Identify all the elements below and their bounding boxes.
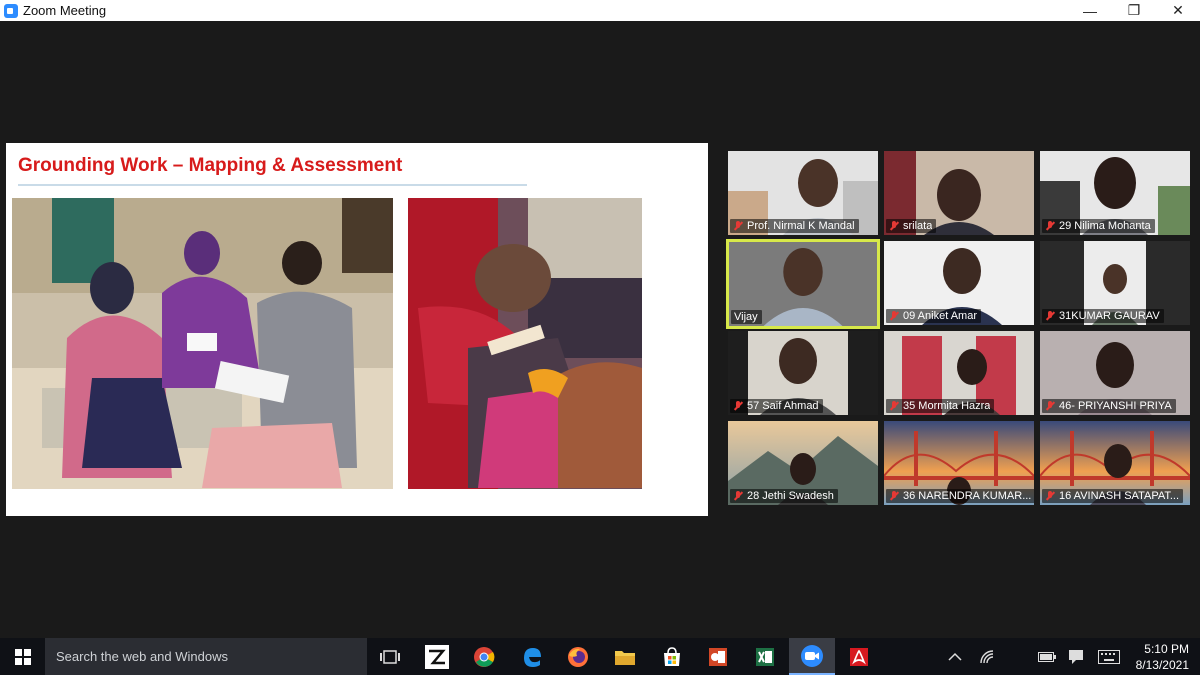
- clock-date: 8/13/2021: [1135, 658, 1189, 672]
- participant-nameplate: Vijay: [731, 310, 762, 324]
- participant-tile[interactable]: 46- PRIYANSHI PRIYA: [1040, 331, 1190, 415]
- action-center-icon[interactable]: [1068, 638, 1084, 675]
- close-button[interactable]: ✕: [1156, 0, 1200, 21]
- meeting-stage: Grounding Work – Mapping & Assessment Pr…: [0, 21, 1200, 638]
- participant-nameplate: 28 Jethi Swadesh: [730, 489, 838, 503]
- participant-tile[interactable]: 28 Jethi Swadesh: [728, 421, 878, 505]
- excel-icon[interactable]: [753, 645, 777, 669]
- participant-nameplate: 09 Aniket Amar: [886, 309, 981, 323]
- minimize-button[interactable]: —: [1068, 0, 1112, 21]
- windows-taskbar: Search the web and Windows 5:10 PM 8/13/…: [0, 638, 1200, 675]
- battery-icon[interactable]: [1038, 638, 1056, 675]
- taskbar-search-box[interactable]: Search the web and Windows: [45, 638, 367, 675]
- participant-name: 46- PRIYANSHI PRIYA: [1059, 400, 1172, 412]
- participant-nameplate: 46- PRIYANSHI PRIYA: [1042, 399, 1176, 413]
- participant-tile[interactable]: srilata: [884, 151, 1034, 235]
- participant-name: 36 NARENDRA KUMAR...: [903, 490, 1032, 502]
- participant-nameplate: 36 NARENDRA KUMAR...: [886, 489, 1034, 503]
- participant-tile[interactable]: 29 Nilima Mohanta: [1040, 151, 1190, 235]
- participant-nameplate: srilata: [886, 219, 937, 233]
- participant-nameplate: 31KUMAR GAURAV: [1042, 309, 1164, 323]
- participant-name: srilata: [903, 220, 933, 232]
- window-title: Zoom Meeting: [23, 3, 107, 18]
- slide-photo-field-survey: [12, 198, 393, 489]
- participant-tile[interactable]: 57 Saif Ahmad: [728, 331, 878, 415]
- participant-name: 35 Mormita Hazra: [903, 400, 991, 412]
- participant-nameplate: 29 Nilima Mohanta: [1042, 219, 1155, 233]
- search-placeholder: Search the web and Windows: [56, 649, 228, 664]
- start-button[interactable]: [0, 638, 45, 675]
- slide-title: Grounding Work – Mapping & Assessment: [18, 155, 403, 176]
- muted-mic-icon: [889, 310, 899, 322]
- slide-photo-child-measurement: [408, 198, 642, 489]
- participant-name: 16 AVINASH SATAPAT...: [1059, 490, 1180, 502]
- muted-mic-icon: [1045, 400, 1055, 412]
- participant-tile[interactable]: 16 AVINASH SATAPAT...: [1040, 421, 1190, 505]
- wifi-icon[interactable]: [980, 638, 996, 675]
- muted-mic-icon: [889, 400, 899, 412]
- participant-name: Prof. Nirmal K Mandal: [747, 220, 855, 232]
- participant-nameplate: Prof. Nirmal K Mandal: [730, 219, 859, 233]
- muted-mic-icon: [733, 220, 743, 232]
- maximize-button[interactable]: ❐: [1112, 0, 1156, 21]
- participant-nameplate: 57 Saif Ahmad: [730, 399, 823, 413]
- zoom-taskbar-icon[interactable]: [789, 638, 835, 675]
- participant-tile[interactable]: 09 Aniket Amar: [884, 241, 1034, 325]
- window-controls: — ❐ ✕: [1068, 0, 1200, 21]
- muted-mic-icon: [733, 490, 743, 502]
- title-bar: Zoom Meeting — ❐ ✕: [0, 0, 1200, 21]
- participant-nameplate: 35 Mormita Hazra: [886, 399, 995, 413]
- firefox-icon[interactable]: [566, 645, 590, 669]
- participant-name: 28 Jethi Swadesh: [747, 490, 834, 502]
- muted-mic-icon: [889, 490, 899, 502]
- participant-nameplate: 16 AVINASH SATAPAT...: [1042, 489, 1184, 503]
- acrobat-icon[interactable]: [847, 645, 871, 669]
- muted-mic-icon: [889, 220, 899, 232]
- participant-tile[interactable]: 35 Mormita Hazra: [884, 331, 1034, 415]
- participant-name: Vijay: [734, 311, 758, 323]
- store-icon[interactable]: [660, 645, 684, 669]
- participant-tile[interactable]: 36 NARENDRA KUMAR...: [884, 421, 1034, 505]
- participant-tile-active-speaker[interactable]: Vijay: [726, 239, 880, 329]
- shared-screen-slide[interactable]: Grounding Work – Mapping & Assessment: [6, 143, 708, 516]
- participant-tile[interactable]: 31KUMAR GAURAV: [1040, 241, 1190, 325]
- show-hidden-icons-chevron-icon[interactable]: [948, 638, 962, 675]
- muted-mic-icon: [1045, 220, 1055, 232]
- participant-tile[interactable]: Prof. Nirmal K Mandal: [728, 151, 878, 235]
- participant-name: 57 Saif Ahmad: [747, 400, 819, 412]
- muted-mic-icon: [1045, 310, 1055, 322]
- task-view-icon[interactable]: [378, 645, 402, 669]
- muted-mic-icon: [733, 400, 743, 412]
- muted-mic-icon: [1045, 490, 1055, 502]
- chrome-icon[interactable]: [472, 645, 496, 669]
- sketch-app-icon[interactable]: [425, 645, 449, 669]
- zoom-app-icon: [4, 3, 18, 18]
- clock-time: 5:10 PM: [1144, 642, 1189, 656]
- participant-name: 29 Nilima Mohanta: [1059, 220, 1151, 232]
- participant-name: 31KUMAR GAURAV: [1059, 310, 1160, 322]
- windows-logo-icon: [14, 648, 31, 665]
- edge-icon[interactable]: [520, 645, 544, 669]
- keyboard-icon[interactable]: [1098, 638, 1120, 675]
- taskbar-clock[interactable]: 5:10 PM 8/13/2021: [1136, 641, 1189, 673]
- file-explorer-icon[interactable]: [613, 645, 637, 669]
- slide-divider: [18, 184, 527, 186]
- participant-name: 09 Aniket Amar: [903, 310, 977, 322]
- powerpoint-icon[interactable]: [706, 645, 730, 669]
